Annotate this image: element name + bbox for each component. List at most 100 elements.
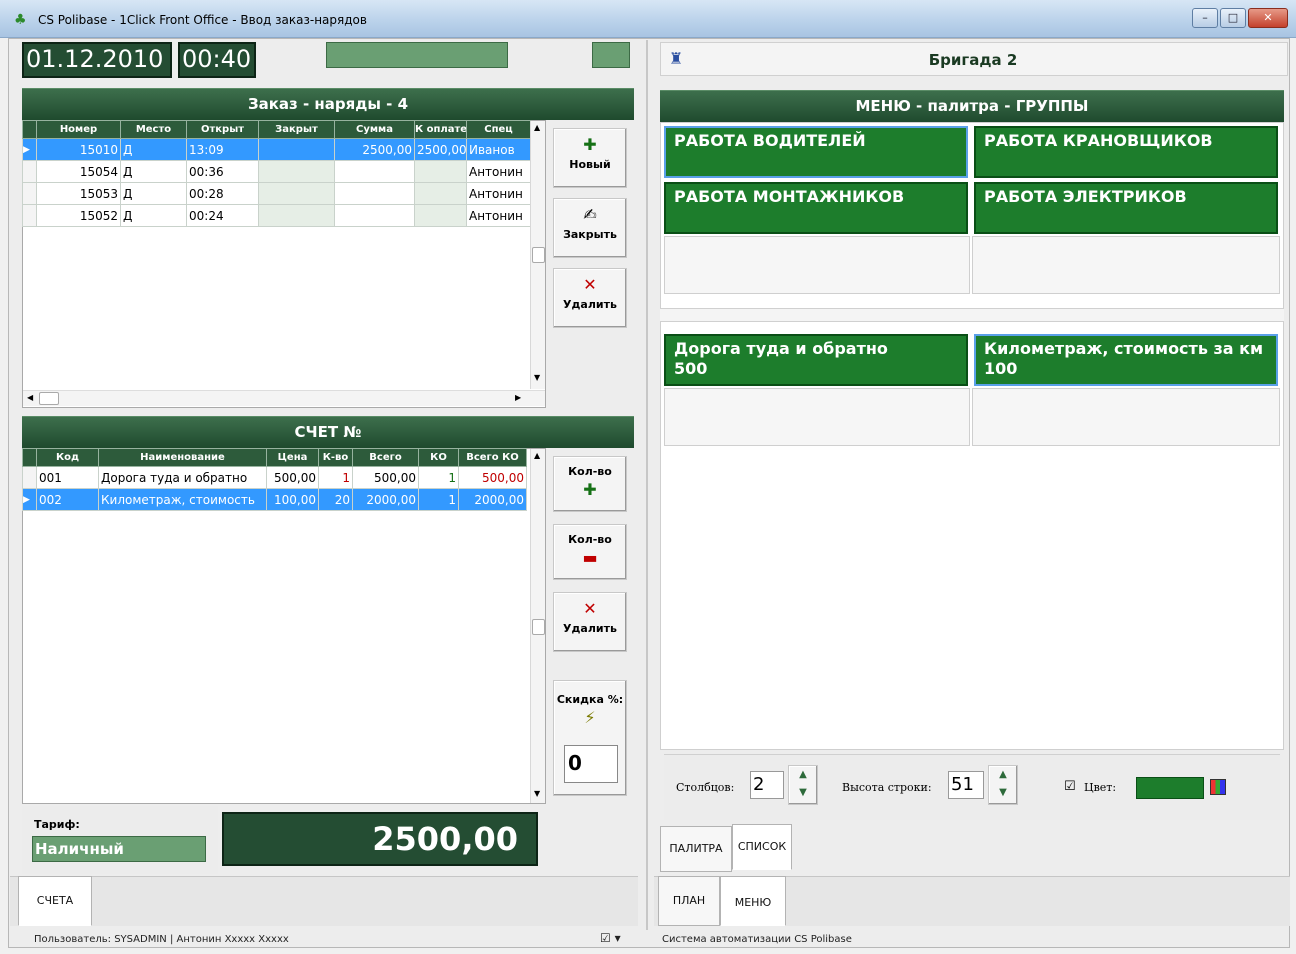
window-title: CS Polibase - 1Click Front Office - Ввод… (38, 13, 367, 27)
columns-input[interactable]: 2 (750, 771, 784, 799)
cell-place: Д (120, 182, 187, 205)
tab-plan[interactable]: ПЛАН (658, 876, 720, 926)
maximize-button[interactable]: □ (1220, 8, 1246, 28)
column-header[interactable]: Спец (466, 120, 531, 139)
cell-topay: 2500,00 (414, 138, 467, 161)
column-header[interactable]: КО (418, 448, 459, 467)
column-header[interactable]: Всего (352, 448, 419, 467)
brigade-title: Бригада 2 (928, 51, 1018, 69)
lightning-icon[interactable]: ⚡ (554, 708, 626, 727)
empty-tile (972, 388, 1280, 446)
new-order-label: Новый (569, 158, 611, 171)
stepper-up-icon[interactable]: ▲ (789, 766, 817, 784)
discount-input[interactable]: 0 (564, 745, 618, 783)
orders-vertical-scrollbar[interactable]: ▲ ▼ (530, 121, 545, 389)
brigade-bar: ♜ Бригада 2 (660, 42, 1288, 76)
group-tile-drivers[interactable]: РАБОТА ВОДИТЕЛЕЙ (664, 126, 968, 178)
orders-horizontal-scrollbar[interactable]: ◀ ▶ (23, 390, 545, 406)
cell-place: Д (120, 160, 187, 183)
tab-palette[interactable]: ПАЛИТРА (660, 826, 732, 872)
empty-tile (972, 236, 1280, 294)
cell-place: Д (120, 204, 187, 227)
stepper-up-icon[interactable]: ▲ (989, 766, 1017, 784)
time-display: 00:40 (178, 42, 256, 78)
tariff-select[interactable]: Наличный (32, 836, 206, 862)
column-header[interactable]: Открыт (186, 120, 259, 139)
table-row[interactable]: ▶ 15010 Д 13:09 2500,00 2500,00 Иванов (22, 138, 531, 161)
row-indicator-icon: ▶ (22, 488, 37, 511)
column-header[interactable]: Номер (36, 120, 121, 139)
color-swatch[interactable] (1136, 777, 1204, 799)
color-checkbox[interactable]: ☑ (1064, 779, 1076, 794)
table-row[interactable]: 15052 Д 00:24 Антонин (22, 204, 531, 227)
column-header[interactable]: Закрыт (258, 120, 335, 139)
scroll-thumb[interactable] (532, 619, 545, 635)
group-tile-installers[interactable]: РАБОТА МОНТАЖНИКОВ (664, 182, 968, 234)
minimize-button[interactable]: – (1192, 8, 1218, 28)
new-order-button[interactable]: ✚ Новый (553, 128, 627, 188)
scroll-left-icon[interactable]: ◀ (27, 393, 33, 402)
delete-item-button[interactable]: ✕ Удалить (553, 592, 627, 652)
columns-stepper[interactable]: ▲ ▼ (788, 765, 818, 805)
plus-icon: ✚ (583, 480, 597, 499)
column-header[interactable]: Цена (266, 448, 319, 467)
cell-topay (414, 182, 467, 205)
row-height-input[interactable]: 51 (948, 771, 984, 799)
tab-bills[interactable]: СЧЕТА (18, 876, 92, 926)
checkbox-icon[interactable]: ☑ ▾ (600, 931, 621, 945)
tab-list[interactable]: СПИСОК (732, 824, 792, 870)
scroll-thumb[interactable] (39, 392, 59, 405)
cell-opened: 13:09 (186, 138, 259, 161)
scroll-thumb[interactable] (532, 247, 545, 263)
table-row[interactable]: 15053 Д 00:28 Антонин (22, 182, 531, 205)
info-box (326, 42, 508, 68)
cell-topay (414, 204, 467, 227)
delete-order-button[interactable]: ✕ Удалить (553, 268, 627, 328)
cell-opened: 00:36 (186, 160, 259, 183)
column-header[interactable]: Сумма (334, 120, 415, 139)
cell-code: 001 (36, 466, 99, 489)
item-tile-road[interactable]: Дорога туда и обратно 500 (664, 334, 968, 386)
cell-closed (258, 204, 335, 227)
group-tile-crane[interactable]: РАБОТА КРАНОВЩИКОВ (974, 126, 1278, 178)
column-header[interactable]: Код (36, 448, 99, 467)
cell-spec: Антонин (466, 160, 531, 183)
item-tile-mileage[interactable]: Километраж, стоимость за км 100 (974, 334, 1278, 386)
status-user: Пользователь: SYSADMIN | Антонин Хxxxx Х… (34, 934, 289, 945)
column-header[interactable]: К-во (318, 448, 353, 467)
table-row[interactable]: ▶ 002 Километраж, стоимость 100,00 20 20… (22, 488, 527, 511)
row-indicator (22, 466, 37, 489)
cell-sum (334, 160, 415, 183)
delete-icon: ✕ (583, 599, 597, 618)
close-window-button[interactable]: ✕ (1248, 8, 1288, 28)
row-height-stepper[interactable]: ▲ ▼ (988, 765, 1018, 805)
table-row[interactable]: 15054 Д 00:36 Антонин (22, 160, 531, 183)
qty-plus-button[interactable]: Кол-во ✚ (553, 456, 627, 512)
close-order-button[interactable]: ✍ Закрыть (553, 198, 627, 258)
group-tile-electricians[interactable]: РАБОТА ЭЛЕКТРИКОВ (974, 182, 1278, 234)
cell-closed (258, 160, 335, 183)
cell-sum (334, 182, 415, 205)
cell-name: Километраж, стоимость (98, 488, 267, 511)
palette-icon[interactable] (1210, 779, 1226, 795)
stepper-down-icon[interactable]: ▼ (789, 784, 817, 802)
scroll-down-icon[interactable]: ▼ (534, 789, 540, 798)
cell-opened: 00:28 (186, 182, 259, 205)
columns-label: Столбцов: (676, 781, 735, 794)
scroll-down-icon[interactable]: ▼ (534, 373, 540, 382)
column-header[interactable]: К оплате (414, 120, 467, 139)
column-header[interactable]: Место (120, 120, 187, 139)
scroll-up-icon[interactable]: ▲ (534, 451, 540, 460)
scroll-right-icon[interactable]: ▶ (515, 393, 521, 402)
column-header[interactable]: Всего КО (458, 448, 527, 467)
stepper-down-icon[interactable]: ▼ (989, 784, 1017, 802)
tab-menu[interactable]: МЕНЮ (720, 876, 786, 926)
cell-ko: 1 (418, 466, 459, 489)
bill-vertical-scrollbar[interactable]: ▲ ▼ (530, 449, 545, 803)
qty-minus-button[interactable]: Кол-во ▬ (553, 524, 627, 580)
table-row[interactable]: 001 Дорога туда и обратно 500,00 1 500,0… (22, 466, 527, 489)
cell-topay (414, 160, 467, 183)
column-header[interactable]: Наименование (98, 448, 267, 467)
column-indicator (22, 448, 37, 467)
scroll-up-icon[interactable]: ▲ (534, 123, 540, 132)
